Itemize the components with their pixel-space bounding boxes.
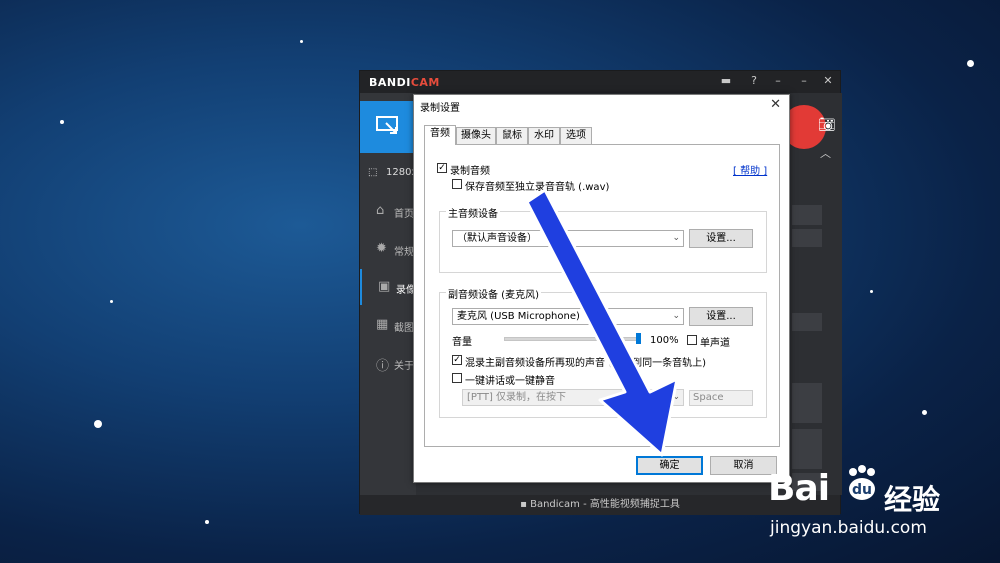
paw-icon: du [844,464,880,502]
watermark-url: jingyan.baidu.com [770,518,927,538]
svg-text:du: du [852,482,872,498]
watermark-logo: Bai [768,468,830,509]
baidu-watermark: Bai du 经验 jingyan.baidu.com [766,458,996,558]
annotation-arrow-shape [525,188,679,457]
watermark-logo-cn: 经验 [884,483,941,516]
tab-audio[interactable]: 音频 [424,125,456,145]
